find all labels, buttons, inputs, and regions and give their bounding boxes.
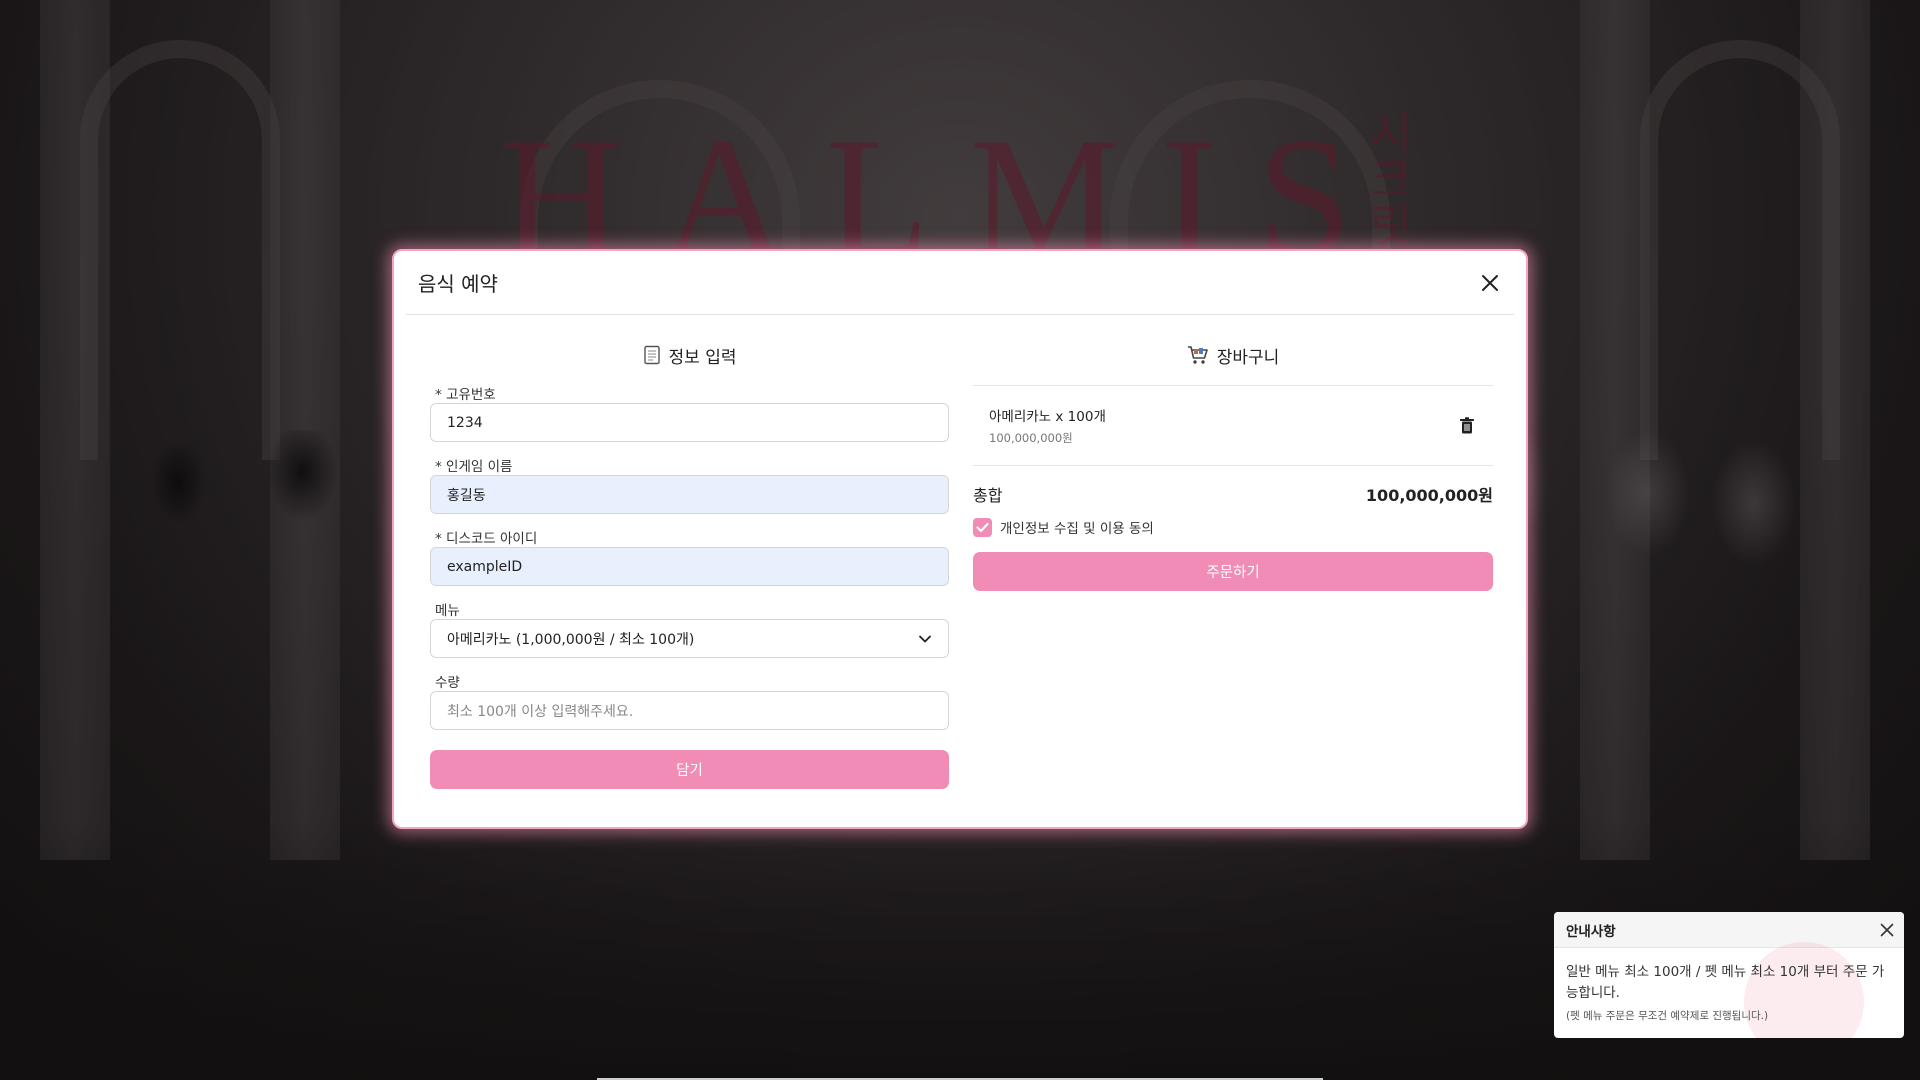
checkmark-icon xyxy=(976,522,989,532)
menu-select-value: 아메리카노 (1,000,000원 / 최소 100개) xyxy=(447,631,695,648)
notice-subtext: (펫 메뉴 주문은 무조건 예약제로 진행됩니다.) xyxy=(1566,1010,1769,1022)
privacy-agree-checkbox[interactable] xyxy=(973,517,992,537)
order-button[interactable]: 주문하기 xyxy=(973,552,1493,591)
notepad-icon xyxy=(643,345,660,365)
total-value: 100,000,000원 xyxy=(1365,486,1493,505)
unique-id-label: * 고유번호 xyxy=(435,387,496,403)
notice-close-button[interactable] xyxy=(1876,919,1898,941)
notice-title: 안내사항 xyxy=(1566,923,1616,940)
close-icon xyxy=(1482,274,1498,291)
notice-header: 안내사항 xyxy=(1554,912,1904,948)
cart-item-price: 100,000,000원 xyxy=(989,431,1073,445)
notice-toast: 안내사항 일반 메뉴 최소 100개 / 펫 메뉴 최소 10개 부터 주문 가… xyxy=(1554,912,1904,1038)
close-icon xyxy=(1880,923,1894,936)
food-reservation-modal: 음식 예약 정보 입력 * 고유번호 1234 * 인게임 이름 홍길동 * 디… xyxy=(392,249,1528,829)
shopping-cart-icon xyxy=(1187,346,1208,364)
privacy-agree-row: 개인정보 수집 및 이용 동의 xyxy=(973,516,1493,538)
notice-text: 일반 메뉴 최소 100개 / 펫 메뉴 최소 10개 부터 주문 가능합니다. xyxy=(1566,964,1885,1001)
menu-select[interactable]: 아메리카노 (1,000,000원 / 최소 100개) xyxy=(430,619,949,658)
close-button[interactable] xyxy=(1476,269,1504,297)
ingame-name-label: * 인게임 이름 xyxy=(435,459,513,475)
info-input-section: 정보 입력 * 고유번호 1234 * 인게임 이름 홍길동 * 디스코드 아이… xyxy=(430,341,949,802)
discord-id-input[interactable]: exampleID xyxy=(430,547,949,586)
discord-id-label: * 디스코드 아이디 xyxy=(435,531,538,547)
add-to-cart-button[interactable]: 담기 xyxy=(430,750,949,789)
cart-item: 아메리카노 x 100개 100,000,000원 xyxy=(973,386,1493,466)
menu-label: 메뉴 xyxy=(435,603,460,619)
privacy-agree-label[interactable]: 개인정보 수집 및 이용 동의 xyxy=(1000,517,1154,537)
modal-title: 음식 예약 xyxy=(418,272,498,296)
quantity-input[interactable]: 최소 100개 이상 입력해주세요. xyxy=(430,691,949,730)
info-input-title: 정보 입력 xyxy=(430,341,949,369)
unique-id-input[interactable]: 1234 xyxy=(430,403,949,442)
trash-icon[interactable] xyxy=(1457,416,1477,436)
cart-title: 장바구니 xyxy=(973,341,1493,369)
info-input-title-label: 정보 입력 xyxy=(668,347,737,368)
total-label: 총합 xyxy=(973,486,1003,505)
quantity-label: 수량 xyxy=(435,675,460,691)
modal-header: 음식 예약 xyxy=(406,251,1514,315)
total-row: 총합 100,000,000원 xyxy=(973,466,1493,522)
chevron-down-icon xyxy=(919,635,931,642)
cart-item-name: 아메리카노 x 100개 xyxy=(989,409,1106,425)
cart-section: 장바구니 아메리카노 x 100개 100,000,000원 총합 100,00… xyxy=(973,341,1493,802)
cart-title-label: 장바구니 xyxy=(1216,347,1280,368)
ingame-name-input[interactable]: 홍길동 xyxy=(430,475,949,514)
